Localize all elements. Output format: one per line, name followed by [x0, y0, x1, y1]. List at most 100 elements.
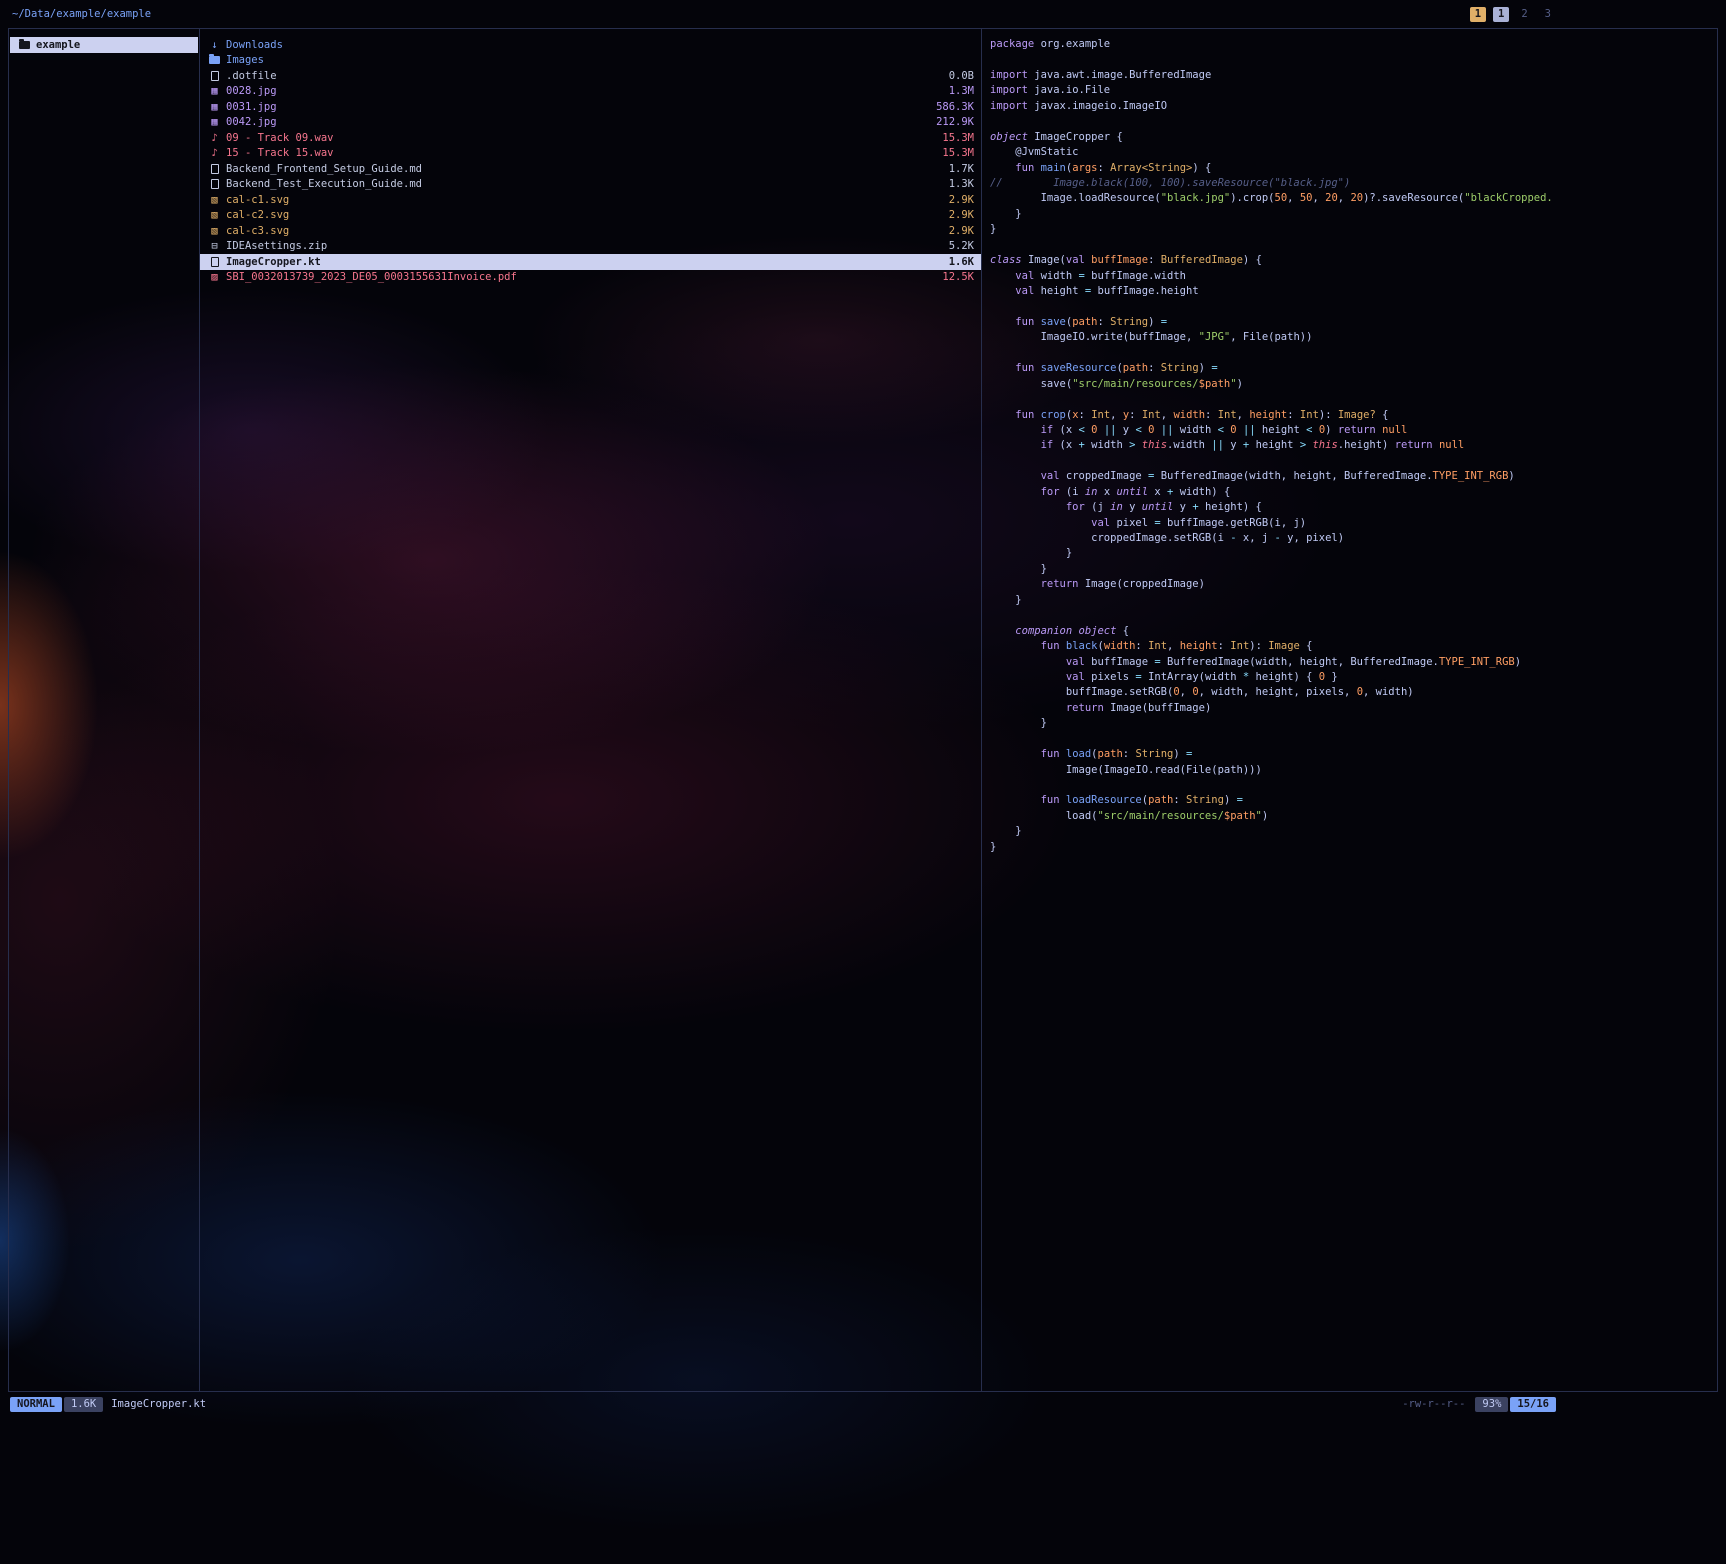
- code-token: +: [1237, 439, 1256, 451]
- code-line: [990, 608, 1709, 623]
- code-token: saveResource: [1041, 362, 1117, 374]
- file-row[interactable]: ▦0042.jpg212.9K: [200, 115, 981, 131]
- code-token: 50: [1275, 192, 1288, 204]
- code-token: =: [1079, 285, 1098, 297]
- code-token: String: [1186, 794, 1224, 806]
- audio-icon: ♪: [207, 132, 222, 144]
- tab[interactable]: 1: [1470, 7, 1486, 22]
- code-token: )?.saveResource(: [1363, 192, 1464, 204]
- code-line: import java.awt.image.BufferedImage: [990, 68, 1709, 83]
- code-token: val: [1066, 656, 1091, 668]
- code-token: TYPE_INT_RGB: [1439, 656, 1515, 668]
- download-folder-icon: ↓: [207, 39, 222, 51]
- file-row[interactable]: ImageCropper.kt1.6K: [200, 254, 981, 270]
- file-size: 0.0B: [949, 70, 974, 82]
- parent-list: example: [9, 37, 199, 53]
- code-token: [990, 439, 1041, 451]
- code-token: =: [1142, 470, 1161, 482]
- file-row[interactable]: Images: [200, 53, 981, 69]
- code-token: y: [1123, 501, 1142, 513]
- code-line: fun crop(x: Int, y: Int, width: Int, hei…: [990, 408, 1709, 423]
- file-row[interactable]: ▦0031.jpg586.3K: [200, 99, 981, 115]
- mode-badge: NORMAL: [10, 1397, 62, 1412]
- code-token: BufferedImage(width, height, BufferedIma…: [1167, 656, 1439, 668]
- code-token: return: [1395, 439, 1439, 451]
- svg-icon: ▧: [207, 209, 222, 221]
- code-token: ImageCropper {: [1034, 131, 1123, 143]
- code-token: ) {: [1243, 254, 1262, 266]
- code-token: ):: [1319, 409, 1338, 421]
- dir-name: example: [36, 39, 191, 51]
- parent-panel: example: [9, 29, 200, 1391]
- code-line: }: [990, 824, 1709, 839]
- file-row[interactable]: ♪09 - Track 09.wav15.3M: [200, 130, 981, 146]
- code-line: fun main(args: Array<String>) {: [990, 161, 1709, 176]
- yazi-file-manager-window: ~/Data/example/example 1123 example ↓Dow…: [0, 0, 1726, 1564]
- code-token: :: [1129, 409, 1142, 421]
- code-view[interactable]: package org.exampleimport java.awt.image…: [990, 37, 1709, 855]
- file-row[interactable]: ♪15 - Track 15.wav15.3M: [200, 146, 981, 162]
- file-row[interactable]: Backend_Frontend_Setup_Guide.md1.7K: [200, 161, 981, 177]
- code-token: ):: [1249, 640, 1268, 652]
- file-row[interactable]: ▧cal-c2.svg2.9K: [200, 208, 981, 224]
- code-token: width: [1180, 424, 1212, 436]
- file-row[interactable]: ▧cal-c3.svg2.9K: [200, 223, 981, 239]
- code-token: path: [1148, 794, 1173, 806]
- parent-dir-item[interactable]: example: [10, 37, 198, 53]
- code-token: // Image.black(100, 100).saveResource("b…: [990, 177, 1350, 189]
- folder-icon: [17, 41, 32, 49]
- code-token: ||: [1098, 424, 1123, 436]
- code-line: val height = buffImage.height: [990, 284, 1709, 299]
- file-row[interactable]: ▦0028.jpg1.3M: [200, 84, 981, 100]
- code-token: ): [1224, 794, 1237, 806]
- code-token: [990, 316, 1015, 328]
- file-row[interactable]: ▧cal-c1.svg2.9K: [200, 192, 981, 208]
- file-name: SBI_0032013739_2023_DE05_0003155631Invoi…: [226, 271, 934, 283]
- code-token: BufferedImage(width, height, BufferedIma…: [1161, 470, 1433, 482]
- status-bar: NORMAL 1.6K ImageCropper.kt -rw-r--r-- 9…: [8, 1395, 1556, 1413]
- code-token: croppedImage.setRGB(i: [990, 532, 1224, 544]
- file-row[interactable]: ↓Downloads: [200, 37, 981, 53]
- tab[interactable]: 1: [1493, 7, 1509, 22]
- code-token: if: [1041, 439, 1060, 451]
- image-icon: ▦: [207, 116, 222, 128]
- code-token: [990, 702, 1066, 714]
- file-name: .dotfile: [226, 70, 941, 82]
- code-line: fun save(path: String) =: [990, 315, 1709, 330]
- code-token: ,: [1237, 409, 1250, 421]
- code-line: [990, 454, 1709, 469]
- code-token: [990, 486, 1041, 498]
- file-size: 2.9K: [949, 225, 974, 237]
- code-token: Int: [1218, 409, 1237, 421]
- file-name: 0042.jpg: [226, 116, 928, 128]
- code-line: // Image.black(100, 100).saveResource("b…: [990, 176, 1709, 191]
- code-token: =: [1129, 671, 1148, 683]
- code-token: :: [1148, 254, 1161, 266]
- code-line: return Image(croppedImage): [990, 577, 1709, 592]
- code-line: object ImageCropper {: [990, 130, 1709, 145]
- code-token: in: [1110, 501, 1123, 513]
- file-name: cal-c1.svg: [226, 194, 941, 206]
- code-token: val: [1015, 285, 1040, 297]
- file-row[interactable]: Backend_Test_Execution_Guide.md1.3K: [200, 177, 981, 193]
- code-token: height: [1249, 409, 1287, 421]
- code-token: Image?: [1338, 409, 1376, 421]
- code-token: x: [1098, 486, 1117, 498]
- preview-panel[interactable]: package org.exampleimport java.awt.image…: [982, 29, 1717, 1391]
- code-line: }: [990, 222, 1709, 237]
- code-token: y: [1173, 501, 1186, 513]
- file-row[interactable]: .dotfile 0.0B: [200, 68, 981, 84]
- code-token: .height): [1338, 439, 1395, 451]
- tab[interactable]: 3: [1540, 7, 1556, 22]
- code-token: path: [1098, 748, 1123, 760]
- code-token: BufferedImage: [1161, 254, 1243, 266]
- code-token: fun: [1041, 794, 1066, 806]
- tab[interactable]: 2: [1516, 7, 1532, 22]
- code-token: .width: [1167, 439, 1205, 451]
- code-token: [990, 625, 1015, 637]
- file-row[interactable]: ▨SBI_0032013739_2023_DE05_0003155631Invo…: [200, 270, 981, 286]
- code-token: =: [1148, 656, 1167, 668]
- file-row[interactable]: ⊟IDEAsettings.zip5.2K: [200, 239, 981, 255]
- code-token: <: [1072, 424, 1091, 436]
- code-line: [990, 732, 1709, 747]
